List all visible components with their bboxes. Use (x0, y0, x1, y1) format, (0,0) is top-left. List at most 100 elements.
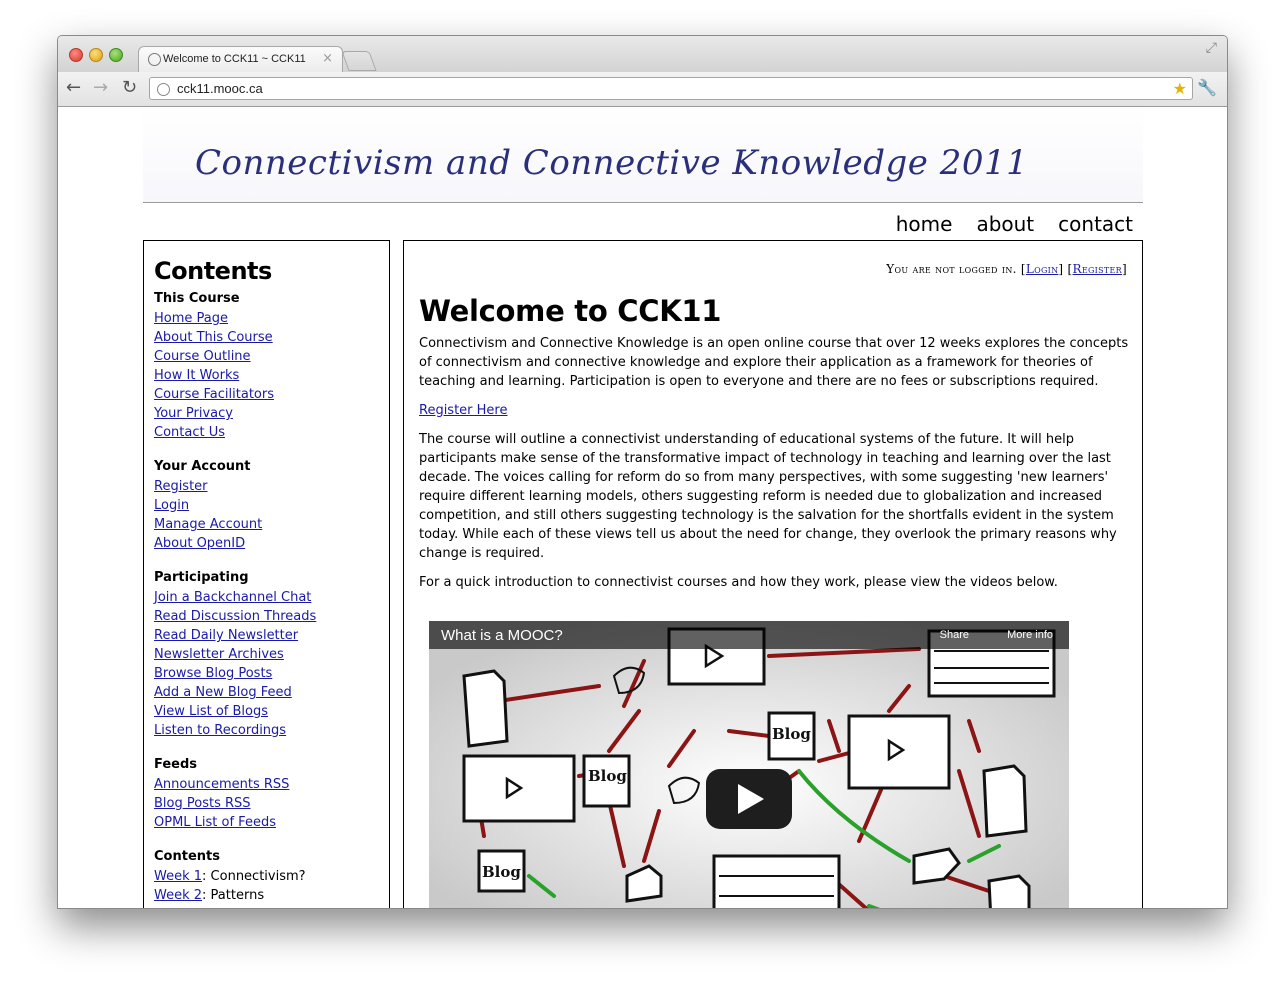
list-item: Read Discussion Threads (154, 607, 379, 626)
list-item: Blog Posts RSS (154, 794, 379, 813)
sidebar: Contents This Course Home Page About This … (143, 240, 390, 908)
page-globe-icon (157, 83, 170, 96)
login-separator: ] [ (1058, 262, 1073, 276)
nav-home-link[interactable]: home (896, 212, 953, 236)
list-item: Your Privacy (154, 404, 379, 423)
week-link[interactable]: Week 2 (154, 888, 202, 903)
sidebar-link[interactable]: Announcements RSS (154, 777, 289, 792)
back-arrow-icon[interactable]: ← (66, 77, 81, 98)
sidebar-link[interactable]: Course Outline (154, 349, 251, 364)
play-button[interactable] (706, 769, 792, 829)
list-item: Course Facilitators (154, 385, 379, 404)
banner-title: Connectivism and Connective Knowledge 20… (195, 143, 1029, 183)
video-thumbnail: Blog Blog Blog (429, 621, 1069, 908)
minimize-window-button[interactable] (89, 48, 103, 62)
url-text[interactable]: cck11.mooc.ca (177, 81, 263, 96)
sidebar-link[interactable]: Blog Posts RSS (154, 796, 251, 811)
close-window-button[interactable] (69, 48, 83, 62)
sidebar-section-title: Participating (154, 570, 249, 585)
list-item: Browse Blog Posts (154, 664, 379, 683)
login-link[interactable]: Login (1026, 262, 1059, 276)
video-intro-paragraph: For a quick introduction to connectivist… (419, 575, 1058, 590)
sidebar-link[interactable]: Your Privacy (154, 406, 233, 421)
browser-window: Welcome to CCK11 ~ CCK11 × ⤢ ← → ↻ cck11… (57, 35, 1228, 909)
zoom-window-button[interactable] (109, 48, 123, 62)
week-topic: : Connectivism? (202, 869, 306, 884)
browser-tab[interactable]: Welcome to CCK11 ~ CCK11 × (138, 46, 343, 72)
sidebar-link[interactable]: Newsletter Archives (154, 647, 284, 662)
nav-contact-link[interactable]: contact (1058, 212, 1133, 236)
video-share-button[interactable]: Share (940, 629, 969, 641)
sidebar-link[interactable]: View List of Blogs (154, 704, 268, 719)
sidebar-link[interactable]: Listen to Recordings (154, 723, 286, 738)
close-tab-icon[interactable]: × (322, 51, 333, 66)
login-suffix: ] (1122, 262, 1127, 276)
sidebar-link[interactable]: Contact Us (154, 425, 225, 440)
sidebar-section-title: This Course (154, 291, 240, 306)
sidebar-heading: Contents (154, 257, 272, 285)
web-page: Connectivism and Connective Knowledge 20… (58, 107, 1227, 908)
list-item: Listen to Recordings (154, 721, 379, 740)
sidebar-section-title: Contents (154, 849, 220, 864)
intro-paragraph: Connectivism and Connective Knowledge is… (419, 336, 1129, 389)
week-topic: : Patterns (202, 888, 265, 903)
sidebar-link[interactable]: Read Daily Newsletter (154, 628, 298, 643)
list-item: Join a Backchannel Chat (154, 588, 379, 607)
list-item: Home Page (154, 309, 379, 328)
sidebar-section-title: Feeds (154, 757, 198, 772)
list-item: Login (154, 496, 379, 515)
art-label-blog-3: Blog (482, 863, 521, 881)
list-item: How It Works (154, 366, 379, 385)
sidebar-link-list: Announcements RSS Blog Posts RSS OPML List… (154, 775, 379, 832)
weeks-list: Week 1: Connectivism? Week 2: Patterns (154, 867, 379, 905)
page-title: Welcome to CCK11 (419, 294, 722, 328)
new-tab-button[interactable] (341, 51, 377, 71)
video-player[interactable]: Blog Blog Blog What is a MOOC? Share Mor… (429, 621, 1069, 908)
sidebar-link[interactable]: Register (154, 479, 208, 494)
forward-arrow-icon[interactable]: → (93, 77, 108, 98)
sidebar-link[interactable]: Home Page (154, 311, 228, 326)
sidebar-link[interactable]: Add a New Blog Feed (154, 685, 292, 700)
sidebar-link[interactable]: Course Facilitators (154, 387, 274, 402)
sidebar-link-list: Register Login Manage Account About OpenID (154, 477, 379, 553)
art-label-blog-1: Blog (588, 767, 627, 785)
globe-icon (148, 53, 161, 66)
list-item: About OpenID (154, 534, 379, 553)
week-link[interactable]: Week 1 (154, 869, 202, 884)
sidebar-link[interactable]: Login (154, 498, 189, 513)
sidebar-link[interactable]: Browse Blog Posts (154, 666, 272, 681)
sidebar-link[interactable]: About This Course (154, 330, 273, 345)
video-more-info-button[interactable]: More info (1007, 629, 1053, 641)
sidebar-link[interactable]: Manage Account (154, 517, 262, 532)
list-item: Manage Account (154, 515, 379, 534)
login-prefix: You are not logged in. [ (886, 262, 1026, 276)
sidebar-sections: This Course Home Page About This Course Cou… (154, 291, 379, 832)
site-banner: Connectivism and Connective Knowledge 20… (143, 107, 1143, 203)
list-item: About This Course (154, 328, 379, 347)
sidebar-link-list: Home Page About This Course Course Outline… (154, 309, 379, 442)
bookmark-star-icon[interactable]: ★ (1173, 79, 1187, 98)
list-item: Contact Us (154, 423, 379, 442)
sidebar-link[interactable]: Read Discussion Threads (154, 609, 316, 624)
video-title[interactable]: What is a MOOC? (441, 627, 563, 644)
list-item: Course Outline (154, 347, 379, 366)
sidebar-section-title: Your Account (154, 459, 251, 474)
register-link[interactable]: Register (1073, 262, 1123, 276)
login-status: You are not logged in. [Login] [Register… (886, 262, 1127, 276)
title-bar: Welcome to CCK11 ~ CCK11 × ⤢ (58, 36, 1227, 72)
address-bar[interactable]: cck11.mooc.ca ★ (149, 77, 1193, 100)
main-content: You are not logged in. [Login] [Register… (403, 240, 1143, 908)
wrench-icon[interactable]: 🔧 (1197, 78, 1217, 97)
fullscreen-icon[interactable]: ⤢ (1206, 40, 1217, 56)
nav-about-link[interactable]: about (976, 212, 1034, 236)
sidebar-link[interactable]: Join a Backchannel Chat (154, 590, 311, 605)
sidebar-link[interactable]: How It Works (154, 368, 239, 383)
reload-icon[interactable]: ↻ (122, 77, 137, 98)
list-item: Week 2: Patterns (154, 886, 379, 905)
sidebar-link[interactable]: OPML List of Feeds (154, 815, 276, 830)
register-here-link[interactable]: Register Here (419, 403, 508, 418)
list-item: Add a New Blog Feed (154, 683, 379, 702)
sidebar-link[interactable]: About OpenID (154, 536, 245, 551)
list-item: Read Daily Newsletter (154, 626, 379, 645)
list-item: View List of Blogs (154, 702, 379, 721)
